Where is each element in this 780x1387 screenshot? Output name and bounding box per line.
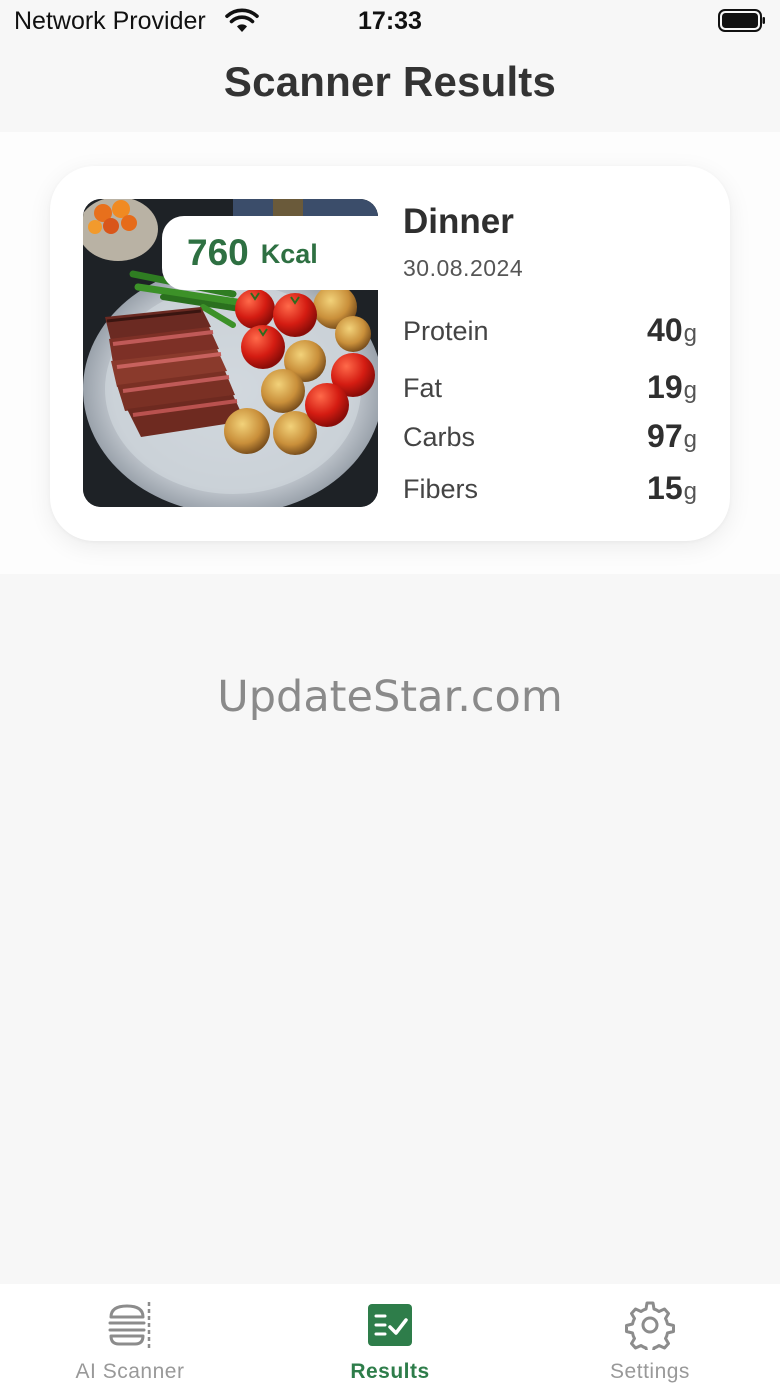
- calorie-unit: Kcal: [260, 238, 318, 269]
- meal-name: Dinner: [403, 202, 514, 241]
- nutrient-amount: 15: [647, 470, 683, 506]
- nutrient-unit: g: [683, 377, 697, 404]
- battery-icon: [718, 9, 765, 32]
- nutrient-label: Fat: [403, 373, 443, 403]
- scan-result-card[interactable]: 760 Kcal Dinner 30.08.2024 Protein 40g F…: [50, 166, 730, 541]
- nutrient-row-fat: Fat 19g: [403, 369, 697, 409]
- tab-bar: AI Scanner Results Settings: [0, 1284, 780, 1387]
- tab-results[interactable]: Results: [260, 1284, 520, 1387]
- page-title: Scanner Results: [223, 58, 557, 105]
- burger-scan-icon: [108, 1302, 151, 1348]
- tab-ai-scanner[interactable]: AI Scanner: [0, 1284, 260, 1387]
- status-bar: Network Provider 17:33: [0, 0, 780, 42]
- watermark-text: UpdateStar.com: [217, 672, 563, 722]
- calorie-badge: 760 Kcal: [162, 216, 380, 290]
- nutrient-unit: g: [683, 478, 697, 505]
- status-time: 17:33: [358, 7, 422, 35]
- nutrient-label: Fibers: [403, 474, 479, 504]
- nutrient-value: 97g: [647, 418, 697, 455]
- nutrient-value: 19g: [647, 369, 697, 406]
- nutrient-label: Carbs: [403, 422, 476, 452]
- app-screen: Network Provider 17:33 Scanner Results 7…: [0, 0, 780, 1387]
- nutrient-unit: g: [683, 320, 697, 347]
- nutrient-unit: g: [683, 426, 697, 453]
- results-checklist-icon: [368, 1304, 412, 1346]
- meal-date: 30.08.2024: [403, 255, 524, 281]
- calorie-value: 760: [187, 232, 249, 273]
- nutrient-value: 15g: [647, 470, 697, 507]
- nutrient-value: 40g: [647, 312, 697, 349]
- tab-label: Settings: [610, 1360, 690, 1383]
- nutrient-amount: 40: [647, 312, 683, 348]
- gear-icon: [625, 1301, 675, 1350]
- tab-label: Results: [350, 1360, 430, 1383]
- nutrient-amount: 97: [647, 418, 683, 454]
- tab-settings[interactable]: Settings: [520, 1284, 780, 1387]
- nutrient-label: Protein: [403, 316, 489, 346]
- nutrient-amount: 19: [647, 369, 683, 405]
- nutrient-row-carbs: Carbs 97g: [403, 418, 697, 458]
- nutrient-row-protein: Protein 40g: [403, 312, 697, 352]
- nutrient-row-fibers: Fibers 15g: [403, 470, 697, 510]
- tab-label: AI Scanner: [75, 1360, 185, 1383]
